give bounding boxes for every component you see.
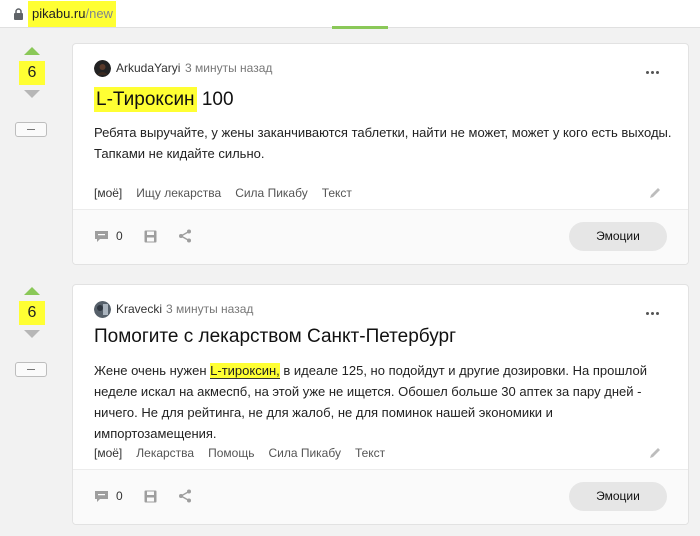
- post-time: 3 минуты назад: [166, 302, 254, 316]
- post-footer: 0 Эмоции: [73, 209, 688, 264]
- post-rating: 6: [27, 64, 37, 81]
- post-card-1: ArkudaYaryi 3 минуты назад L-Тироксин 10…: [72, 43, 689, 265]
- avatar[interactable]: [94, 60, 111, 77]
- downvote-arrow-icon[interactable]: [24, 330, 40, 338]
- more-options-icon[interactable]: [646, 312, 660, 316]
- post-body: Ребята выручайте, у жены заканчиваются т…: [94, 125, 672, 161]
- browser-url-bar[interactable]: pikabu.ru/new: [0, 0, 700, 29]
- more-options-icon[interactable]: [646, 71, 660, 75]
- comments-icon[interactable]: [94, 230, 109, 243]
- emotions-button[interactable]: Эмоции: [569, 482, 667, 511]
- edit-pencil-icon[interactable]: [649, 186, 662, 199]
- downvote-arrow-icon[interactable]: [24, 90, 40, 98]
- post-title[interactable]: L-Тироксин 100: [94, 87, 234, 112]
- tag[interactable]: [моё]: [94, 446, 122, 460]
- author-name[interactable]: ArkudaYaryi: [116, 61, 180, 75]
- lock-icon: [14, 8, 23, 20]
- tag[interactable]: Текст: [322, 186, 352, 200]
- tag[interactable]: Сила Пикабу: [235, 186, 308, 200]
- tag[interactable]: Лекарства: [136, 446, 194, 460]
- post-tags: [моё] Лекарства Помощь Сила Пикабу Текст: [94, 446, 399, 460]
- upvote-arrow-icon[interactable]: [24, 47, 40, 55]
- post-footer: 0 Эмоции: [73, 469, 688, 524]
- save-icon[interactable]: [144, 230, 157, 243]
- post-title[interactable]: Помогите с лекарством Санкт-Петербург: [94, 326, 456, 348]
- hide-post-button[interactable]: [15, 122, 47, 137]
- tag[interactable]: [моё]: [94, 186, 122, 200]
- post-2-vote-panel: 6: [12, 287, 52, 382]
- comments-icon[interactable]: [94, 490, 109, 503]
- post-tags: [моё] Ищу лекарства Сила Пикабу Текст: [94, 186, 366, 200]
- post-time: 3 минуты назад: [185, 61, 273, 75]
- edit-pencil-icon[interactable]: [649, 446, 662, 459]
- author-name[interactable]: Kravecki: [116, 302, 162, 316]
- tag[interactable]: Ищу лекарства: [136, 186, 221, 200]
- post-body: Жене очень нужен L-тироксин, в идеале 12…: [94, 363, 647, 441]
- post-rating: 6: [27, 304, 37, 321]
- share-icon[interactable]: [178, 489, 192, 503]
- tag[interactable]: Помощь: [208, 446, 254, 460]
- highlighted-text: L-тироксин,: [210, 363, 280, 379]
- upvote-arrow-icon[interactable]: [24, 287, 40, 295]
- post-card-2: Kravecki 3 минуты назад Помогите с лекар…: [72, 284, 689, 525]
- active-tab-indicator: [332, 26, 388, 29]
- save-icon[interactable]: [144, 490, 157, 503]
- emotions-button[interactable]: Эмоции: [569, 222, 667, 251]
- tag[interactable]: Текст: [355, 446, 385, 460]
- share-icon[interactable]: [178, 229, 192, 243]
- post-1-vote-panel: 6: [12, 47, 52, 142]
- comments-count[interactable]: 0: [116, 489, 123, 503]
- hide-post-button[interactable]: [15, 362, 47, 377]
- tag[interactable]: Сила Пикабу: [268, 446, 341, 460]
- avatar[interactable]: [94, 301, 111, 318]
- url-text[interactable]: pikabu.ru/new: [32, 7, 113, 21]
- comments-count[interactable]: 0: [116, 229, 123, 243]
